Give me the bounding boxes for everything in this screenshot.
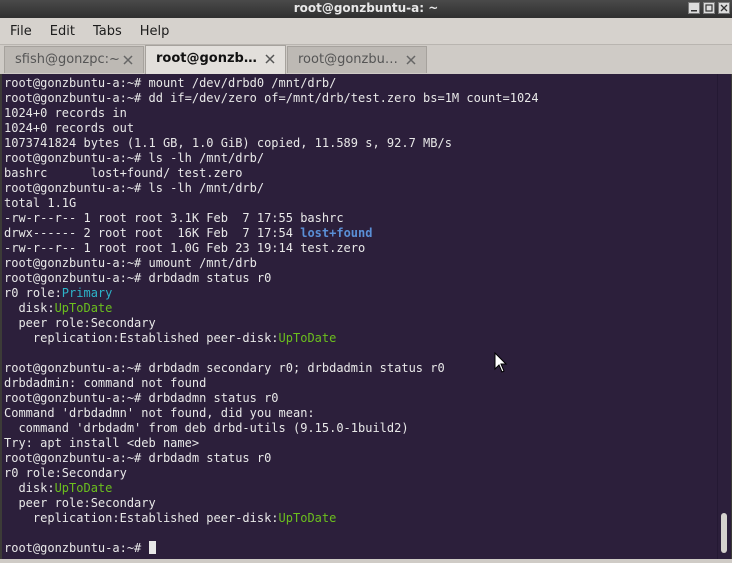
terminal-line: peer role:Secondary <box>4 316 539 331</box>
terminal-segment: root@gonzbuntu-a:~# ls -lh /mnt/drb/ <box>4 181 265 195</box>
terminal-segment: r0 role: <box>4 286 62 300</box>
terminal-output[interactable]: root@gonzbuntu-a:~# mount /dev/drbd0 /mn… <box>2 74 717 559</box>
terminal-segment: 1073741824 bytes (1.1 GB, 1.0 GiB) copie… <box>4 136 452 150</box>
tab-label: root@gonzb… <box>156 51 257 66</box>
terminal-segment: root@gonzbuntu-a:~# <box>4 541 149 555</box>
window-title: root@gonzbuntu-a: ~ <box>293 1 439 15</box>
terminal-segment: drwx------ 2 root root 16K Feb 7 17:54 <box>4 226 301 240</box>
terminal-line: -rw-r--r-- 1 root root 1.0G Feb 23 19:14… <box>4 241 539 256</box>
terminal-line: peer role:Secondary <box>4 496 539 511</box>
terminal-segment: root@gonzbuntu-a:~# drbdadm secondary r0… <box>4 361 445 375</box>
menu-tabs[interactable]: Tabs <box>84 24 131 39</box>
terminal-segment: total 1.1G <box>4 196 77 210</box>
terminal-segment: root@gonzbuntu-a:~# ls -lh /mnt/drb/ <box>4 151 265 165</box>
terminal-segment: -rw-r--r-- 1 root root 1.0G Feb 23 19:14… <box>4 241 366 255</box>
terminal-line: Command 'drbdadmn' not found, did you me… <box>4 406 539 421</box>
tab-label: sfish@gonzpc:~ <box>15 52 120 67</box>
tab-root-active[interactable]: root@gonzb… <box>145 45 286 74</box>
terminal-segment: root@gonzbuntu-a:~# umount /mnt/drb <box>4 256 257 270</box>
terminal-line: root@gonzbuntu-a:~# drbdadm status r0 <box>4 451 539 466</box>
terminal-segment: UpToDate <box>54 301 113 315</box>
terminal-segment: -rw-r--r-- 1 root root 3.1K Feb 7 17:55 … <box>4 211 344 225</box>
menu-bar: File Edit Tabs Help <box>0 18 732 45</box>
terminal-scrollbar[interactable] <box>717 74 731 559</box>
terminal-line: disk:UpToDate <box>4 481 539 496</box>
title-bar: root@gonzbuntu-a: ~ <box>0 0 732 19</box>
terminal-segment: disk: <box>4 481 55 495</box>
terminal-segment: disk: <box>4 301 55 315</box>
terminal-line: root@gonzbuntu-a:~# ls -lh /mnt/drb/ <box>4 151 539 166</box>
terminal-segment: root@gonzbuntu-a:~# drbdadm status r0 <box>4 451 272 465</box>
terminal-line: r0 role:Primary <box>4 286 539 301</box>
terminal-line: total 1.1G <box>4 196 539 211</box>
terminal-segment: replication:Established peer-disk: <box>4 511 279 525</box>
terminal-line: drwx------ 2 root root 16K Feb 7 17:54 l… <box>4 226 539 241</box>
tab-root-second[interactable]: root@gonzbu… <box>287 46 427 73</box>
terminal-line: command 'drbdadm' from deb drbd-utils (9… <box>4 421 539 436</box>
terminal-segment: peer role:Secondary <box>4 316 156 330</box>
tab-label: root@gonzbu… <box>298 52 398 67</box>
tab-close-icon[interactable] <box>405 54 417 66</box>
terminal-line: Try: apt install <deb name> <box>4 436 539 451</box>
terminal-line: drbdadmin: command not found <box>4 376 539 391</box>
terminal-segment: replication:Established peer-disk: <box>4 331 279 345</box>
terminal-segment: root@gonzbuntu-a:~# mount /dev/drbd0 /mn… <box>4 76 337 90</box>
tab-bar: sfish@gonzpc:~ root@gonzb… root@gonzbu… <box>0 45 732 74</box>
window-frame-bottom <box>0 559 732 563</box>
mouse-pointer-icon <box>494 352 508 373</box>
tab-close-icon[interactable] <box>122 54 134 66</box>
terminal-segment: bashrc lost+found/ test.zero <box>4 166 243 180</box>
terminal-segment: 1024+0 records in <box>4 106 127 120</box>
terminal-line: root@gonzbuntu-a:~# drbdadmn status r0 <box>4 391 539 406</box>
terminal-text: root@gonzbuntu-a:~# mount /dev/drbd0 /mn… <box>4 76 539 556</box>
terminal-segment: drbdadmin: command not found <box>4 376 207 390</box>
terminal-segment: root@gonzbuntu-a:~# drbdadm status r0 <box>4 271 272 285</box>
terminal-segment: peer role:Secondary <box>4 496 156 510</box>
terminal-segment: command 'drbdadm' from deb drbd-utils (9… <box>4 421 409 435</box>
terminal-line: disk:UpToDate <box>4 301 539 316</box>
minimize-button[interactable] <box>688 2 700 14</box>
terminal-segment: 1024+0 records out <box>4 121 135 135</box>
terminal-line: root@gonzbuntu-a:~# dd if=/dev/zero of=/… <box>4 91 539 106</box>
close-window-button[interactable] <box>718 2 730 14</box>
terminal-segment: root@gonzbuntu-a:~# dd if=/dev/zero of=/… <box>4 91 539 105</box>
terminal-cursor <box>148 541 156 554</box>
terminal-segment: r0 role:Secondary <box>4 466 127 480</box>
terminal-line: root@gonzbuntu-a:~# ls -lh /mnt/drb/ <box>4 181 539 196</box>
terminal-line: root@gonzbuntu-a:~# umount /mnt/drb <box>4 256 539 271</box>
maximize-button[interactable] <box>703 2 715 14</box>
menu-edit[interactable]: Edit <box>41 24 84 39</box>
terminal-segment: UpToDate <box>54 481 113 495</box>
tab-sfish[interactable]: sfish@gonzpc:~ <box>4 46 144 73</box>
tab-close-icon[interactable] <box>264 53 276 65</box>
terminal-segment: UpToDate <box>278 331 337 345</box>
terminal-line: r0 role:Secondary <box>4 466 539 481</box>
terminal-line: root@gonzbuntu-a:~# drbdadm status r0 <box>4 271 539 286</box>
scrollbar-thumb[interactable] <box>721 513 727 553</box>
terminal-line: 1073741824 bytes (1.1 GB, 1.0 GiB) copie… <box>4 136 539 151</box>
terminal-segment: Command 'drbdadmn' not found, did you me… <box>4 406 315 420</box>
minimize-icon <box>691 10 697 12</box>
terminal-segment: Primary <box>61 286 113 300</box>
terminal-segment: lost+found <box>300 226 373 240</box>
terminal-line: replication:Established peer-disk:UpToDa… <box>4 331 539 346</box>
terminal-line: 1024+0 records in <box>4 106 539 121</box>
maximize-icon <box>705 4 713 12</box>
terminal-line: 1024+0 records out <box>4 121 539 136</box>
terminal-line: root@gonzbuntu-a:~# mount /dev/drbd0 /mn… <box>4 76 539 91</box>
menu-help[interactable]: Help <box>131 24 179 39</box>
terminal-line: root@gonzbuntu-a:~# drbdadm secondary r0… <box>4 361 539 376</box>
terminal-line: replication:Established peer-disk:UpToDa… <box>4 511 539 526</box>
terminal-line: bashrc lost+found/ test.zero <box>4 166 539 181</box>
menu-file[interactable]: File <box>0 24 41 39</box>
terminal-line: root@gonzbuntu-a:~# <box>4 541 539 556</box>
close-icon <box>720 4 728 12</box>
terminal-segment: Try: apt install <deb name> <box>4 436 200 450</box>
terminal-segment: root@gonzbuntu-a:~# drbdadmn status r0 <box>4 391 279 405</box>
terminal-segment: UpToDate <box>278 511 337 525</box>
terminal-line: -rw-r--r-- 1 root root 3.1K Feb 7 17:55 … <box>4 211 539 226</box>
